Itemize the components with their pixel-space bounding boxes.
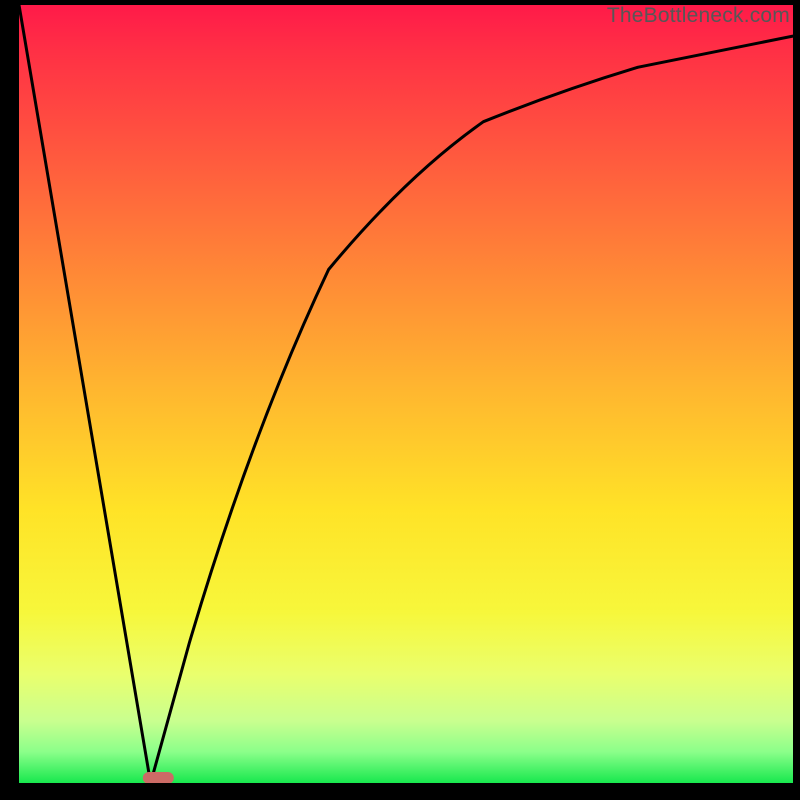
plot-area: [19, 5, 793, 783]
chart-svg: [19, 5, 793, 783]
bottleneck-curve: [19, 5, 793, 783]
minimum-marker: [143, 772, 174, 783]
chart-frame: TheBottleneck.com: [0, 0, 800, 800]
